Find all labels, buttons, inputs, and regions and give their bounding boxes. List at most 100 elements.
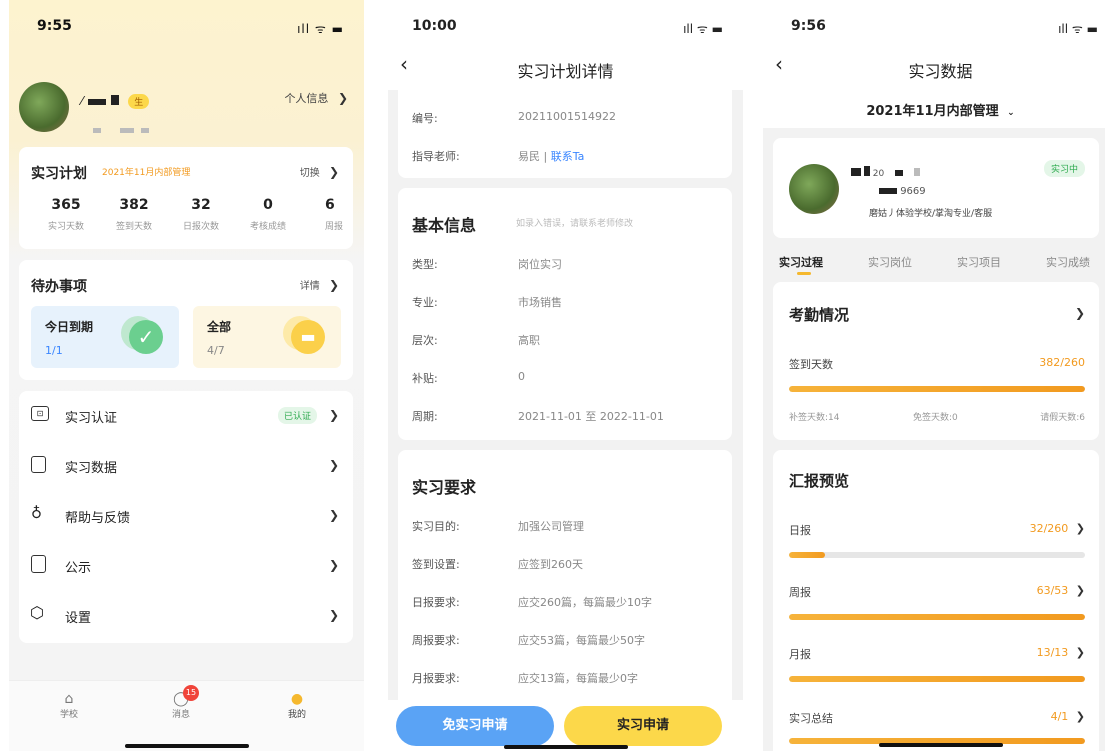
page-title: 实习数据 [908, 62, 973, 81]
status-time: 10:00 [412, 18, 457, 34]
nav-bar: 9:56 ıll ᯤ ▬ ‹ 实习数据 2021年11月内部管理 ⌄ [763, 0, 1105, 128]
tab-messages[interactable]: ◯ 消息 15 [161, 685, 201, 720]
student-id: 9669 [879, 186, 926, 197]
student-name: 20 [851, 166, 920, 179]
avatar [19, 82, 69, 132]
student-profile-card: 20 9669 磨姑丿体验学校/掌淘专业/客服 实习中 [773, 138, 1099, 238]
todo-title: 待办事项 [31, 279, 87, 295]
menu-item-notice[interactable]: 公示 ❯ [19, 541, 353, 591]
todo-detail-button[interactable]: 详情 ❯ [300, 277, 339, 292]
report-row-summary[interactable]: 实习总结 4/1 ❯ [773, 708, 1099, 748]
stat-item: 0 考核成绩 [249, 197, 286, 232]
home-indicator [878, 743, 1003, 747]
menu-item-data[interactable]: 实习数据 ❯ [19, 441, 353, 491]
settings-icon: ⬡ [30, 603, 44, 622]
menu-card: ⊡ 实习认证 已认证 ❯ 实习数据 ❯ ♁ 帮助与反馈 ❯ 公示 ❯ ⬡ 设置 … [19, 391, 353, 643]
chevron-right-icon: ❯ [328, 458, 339, 472]
tab-bar: ⌂ 学校 ◯ 消息 15 ● 我的 [9, 680, 364, 751]
exempt-apply-button[interactable]: 免实习申请 [396, 706, 554, 746]
teacher-info: 易民 | 联系Ta [518, 150, 585, 163]
chevron-right-icon: ❯ [328, 408, 339, 422]
todo-card: 待办事项 详情 ❯ 今日到期 1/1 ✓ 全部 4/7 ▬ [19, 260, 353, 380]
signal-wifi-battery-icon: ıll ᯤ ▬ [297, 22, 344, 36]
todo-today-tile[interactable]: 今日到期 1/1 ✓ [31, 306, 179, 368]
status-badge: 实习中 [1043, 160, 1085, 177]
home-indicator [503, 745, 628, 749]
chevron-right-icon: ❯ [328, 165, 339, 179]
progress-fill [789, 386, 1085, 392]
plan-number: 20211001514922 [518, 110, 616, 123]
chevron-right-icon: ❯ [1074, 306, 1085, 320]
chevron-right-icon: ❯ [1075, 646, 1085, 659]
contact-link[interactable]: 联系Ta [551, 150, 585, 163]
screen-plan-detail: 10:00 ıll ᯤ ▬ ‹ 实习计划详情 编号: 2021100151492… [388, 0, 743, 751]
report-icon [31, 456, 46, 473]
plan-selector[interactable]: 2021年11月内部管理 ⌄ [763, 100, 1105, 119]
id-card-icon: ⊡ [31, 406, 49, 421]
user-sub [93, 118, 150, 137]
stat-item: 365 实习天数 [47, 197, 84, 232]
menu-item-help[interactable]: ♁ 帮助与反馈 ❯ [19, 491, 353, 541]
profile-info-link[interactable]: 个人信息 ❯ [284, 90, 348, 106]
chevron-right-icon: ❯ [328, 608, 339, 622]
report-row-monthly[interactable]: 月报 13/13 ❯ [773, 644, 1099, 684]
attendance-progress-bar [789, 386, 1085, 392]
stat-item: 32 日报次数 [182, 197, 219, 232]
signal-wifi-battery-icon: ıll ᯤ ▬ [683, 22, 723, 36]
chevron-right-icon: ❯ [1075, 584, 1085, 597]
internship-apply-button[interactable]: 实习申请 [564, 706, 722, 746]
profile-header[interactable]: ⁄ 生 个人信息 ❯ [19, 82, 354, 134]
screen-internship-data: 9:56 ıll ᯤ ▬ ‹ 实习数据 2021年11月内部管理 ⌄ 20 96… [763, 0, 1105, 751]
student-school: 磨姑丿体验学校/掌淘专业/客服 [869, 209, 993, 219]
basic-info-card: 基本信息 如录入错误，请联系老师修改 类型: 岗位实习 专业: 市场销售 层次:… [398, 188, 732, 440]
status-time: 9:55 [37, 18, 72, 34]
list-icon: ▬ [291, 320, 325, 354]
signal-wifi-battery-icon: ıll ᯤ ▬ [1058, 22, 1098, 36]
requirements-card: 实习要求 实习目的: 加强公司管理 签到设置: 应签到260天 日报要求: 应交… [398, 450, 732, 710]
unread-badge: 15 [183, 685, 199, 701]
plan-title: 实习计划 [31, 166, 87, 182]
tab-score[interactable]: 实习成绩 [1046, 254, 1090, 270]
status-bar: 9:55 ıll ᯤ ▬ [9, 0, 364, 50]
section-title: 考勤情况 [789, 306, 850, 324]
todo-all-tile[interactable]: 全部 4/7 ▬ [193, 306, 341, 368]
certified-badge: 已认证 [277, 407, 317, 424]
chevron-right-icon: ❯ [328, 558, 339, 572]
status-time: 9:56 [791, 18, 826, 34]
menu-item-certification[interactable]: ⊡ 实习认证 已认证 ❯ [19, 391, 353, 441]
tab-mine[interactable]: ● 我的 [277, 691, 317, 720]
daily-progress-bar [789, 552, 1085, 558]
plan-card[interactable]: 实习计划 2021年11月内部管理 切换 ❯ 365 实习天数 382 签到天数… [19, 147, 353, 249]
nav-bar: 10:00 ıll ᯤ ▬ ‹ 实习计划详情 [388, 0, 743, 90]
report-row-daily[interactable]: 日报 32/260 ❯ [773, 520, 1099, 560]
plan-subtitle: 2021年11月内部管理 [102, 168, 191, 178]
attendance-card[interactable]: 考勤情况 ❯ 签到天数 382/260 补签天数:14 免签天数:0 请假天数:… [773, 282, 1099, 440]
stat-item: 382 签到天数 [115, 197, 152, 232]
menu-item-settings[interactable]: ⬡ 设置 ❯ [19, 591, 353, 641]
home-icon: ⌂ [64, 691, 74, 707]
chevron-right-icon: ❯ [328, 278, 339, 292]
tab-school[interactable]: ⌂ 学校 [49, 691, 89, 720]
data-tabs: 实习过程 实习岗位 实习项目 实习成绩 [763, 250, 1105, 278]
plan-meta-card: 编号: 20211001514922 指导老师: 易民 | 联系Ta [398, 90, 732, 178]
home-indicator [124, 744, 249, 748]
monthly-progress-bar [789, 676, 1085, 682]
chevron-right-icon: ❯ [328, 508, 339, 522]
section-title: 实习要求 [412, 478, 477, 497]
avatar [789, 164, 839, 214]
tab-position[interactable]: 实习岗位 [868, 254, 912, 270]
chevron-right-icon: ❯ [337, 91, 348, 105]
stat-item: 6 周报 [325, 197, 344, 232]
report-row-weekly[interactable]: 周报 63/53 ❯ [773, 582, 1099, 622]
plan-stats: 365 实习天数 382 签到天数 32 日报次数 0 考核成绩 6 周报 [19, 197, 353, 241]
section-title: 汇报预览 [789, 472, 850, 490]
tab-process[interactable]: 实习过程 [779, 254, 823, 270]
person-icon: ● [290, 691, 304, 707]
progress-fill [789, 614, 1085, 620]
plan-switch-button[interactable]: 切换 ❯ [300, 164, 339, 179]
section-hint: 如录入错误，请联系老师修改 [516, 219, 634, 229]
tab-project[interactable]: 实习项目 [957, 254, 1001, 270]
reports-card: 汇报预览 日报 32/260 ❯ 周报 63/53 ❯ 月报 13/13 ❯ 实… [773, 450, 1099, 751]
clipboard-icon [31, 555, 46, 573]
weekly-progress-bar [789, 614, 1085, 620]
